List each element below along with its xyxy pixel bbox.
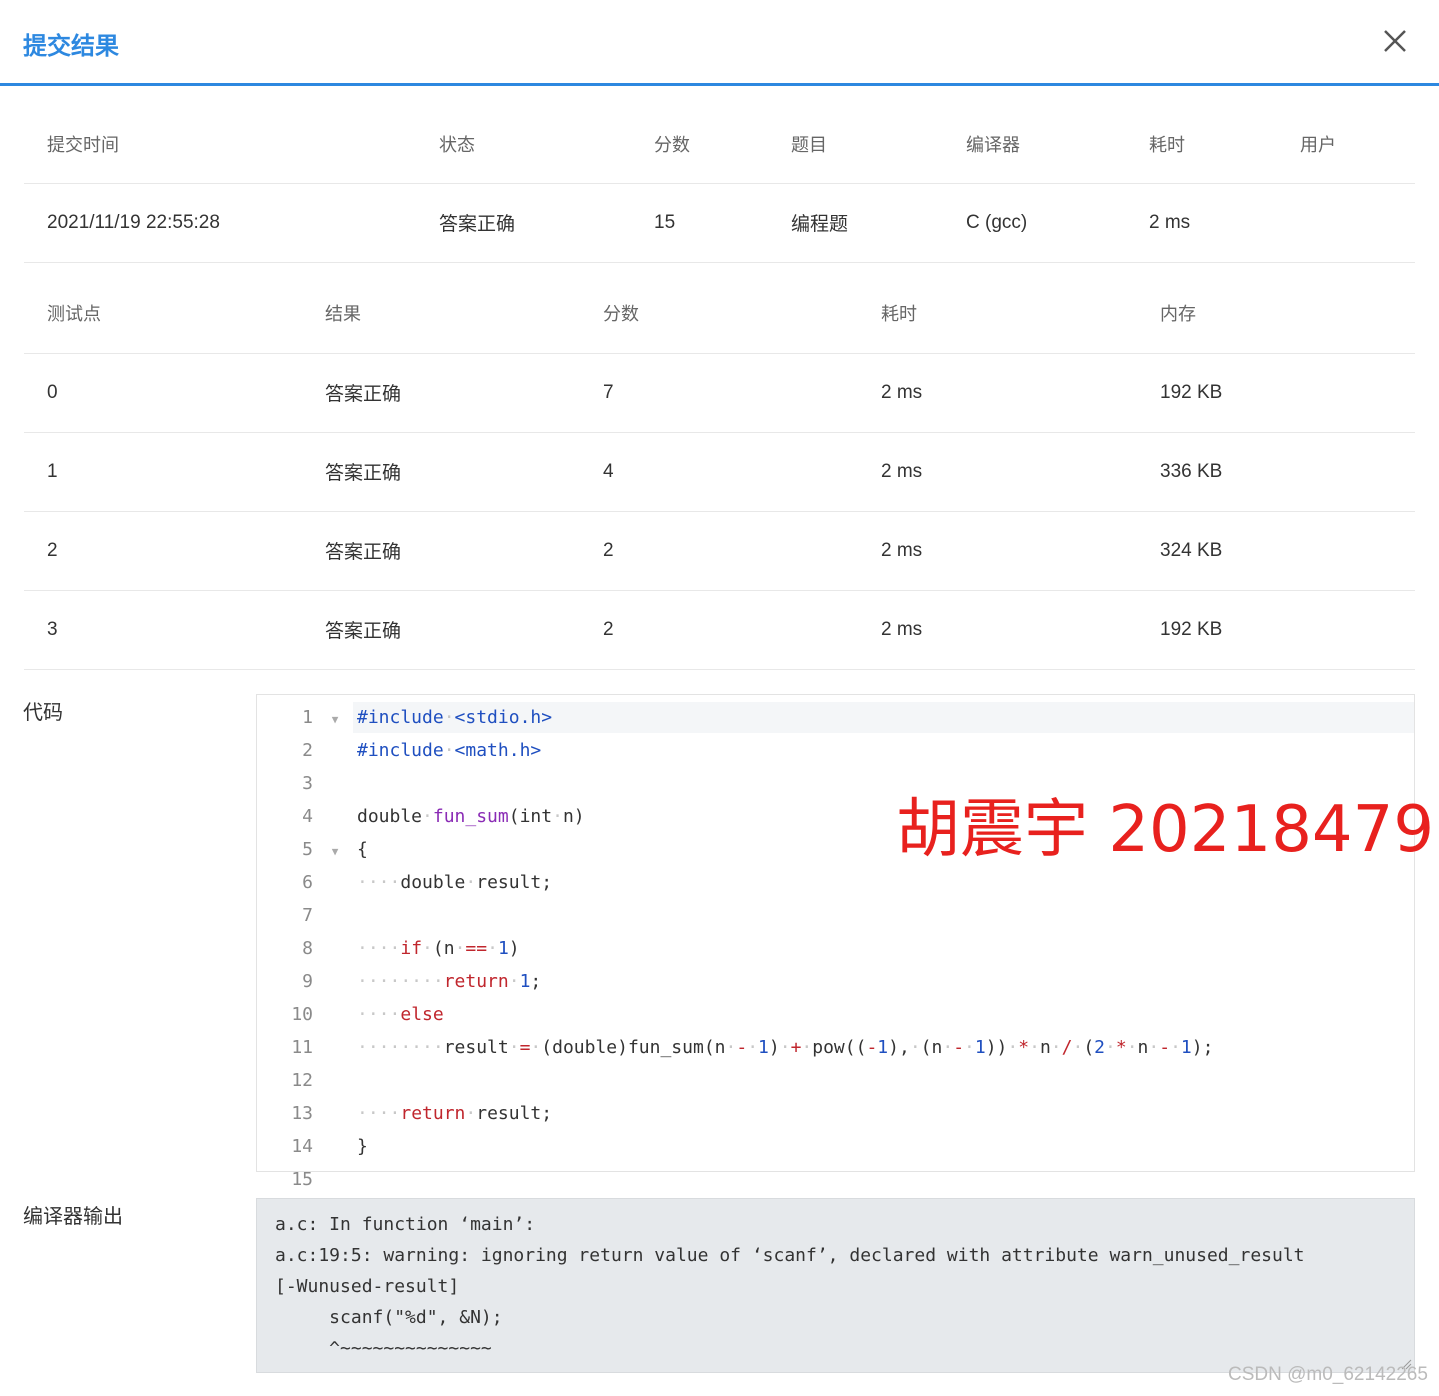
table-row: 0 答案正确 7 2 ms 192 KB [24, 353, 1415, 433]
dialog-header: 提交结果 [0, 0, 1439, 86]
case-id: 3 [24, 590, 302, 670]
case-time: 2 ms [858, 353, 1137, 433]
code-content[interactable]: 1 ▼ #include·<stdio.h> 2 #include·<math.h>… [257, 702, 1213, 1197]
table-header-row: 提交时间 状态 分数 题目 编译器 耗时 用户 [24, 105, 1415, 184]
table-row: 2021/11/19 22:55:28 答案正确 15 编程题 C (gcc) … [24, 183, 1415, 263]
header-status: 状态 [416, 105, 631, 184]
case-id: 0 [24, 353, 302, 433]
case-score: 2 [580, 511, 858, 591]
case-result: 答案正确 [302, 511, 580, 591]
header-time: 耗时 [1126, 105, 1277, 184]
status-badge: 答案正确 [416, 183, 631, 263]
case-score: 4 [580, 432, 858, 512]
table-row: 3 答案正确 2 2 ms 192 KB [24, 590, 1415, 670]
case-result: 答案正确 [302, 353, 580, 433]
case-memory: 192 KB [1137, 590, 1415, 670]
header-problem: 题目 [768, 105, 943, 184]
user [1277, 183, 1415, 263]
table-row: 1 答案正确 4 2 ms 336 KB [24, 432, 1415, 512]
close-icon[interactable] [1380, 26, 1410, 56]
case-id: 1 [24, 432, 302, 512]
case-score: 7 [580, 353, 858, 433]
case-id: 2 [24, 511, 302, 591]
header-result: 结果 [302, 274, 580, 354]
csdn-watermark: CSDN @m0_62142265 [1228, 1364, 1428, 1385]
header-compiler: 编译器 [943, 105, 1126, 184]
submission-summary-table: 提交时间 状态 分数 题目 编译器 耗时 用户 2021/11/19 22:55… [24, 105, 1415, 263]
header-memory: 内存 [1137, 274, 1415, 354]
compiler-output-box[interactable]: a.c: In function ‘main’: a.c:19:5: warni… [256, 1198, 1415, 1373]
problem: 编程题 [768, 183, 943, 263]
table-header-row: 测试点 结果 分数 耗时 内存 [24, 274, 1415, 354]
dialog-title: 提交结果 [23, 33, 119, 60]
submit-time: 2021/11/19 22:55:28 [24, 183, 416, 263]
code-label: 代码 [23, 702, 63, 724]
code-editor[interactable]: 1 ▼ #include·<stdio.h> 2 #include·<math.h>… [256, 694, 1415, 1190]
compiler: C (gcc) [943, 183, 1126, 263]
case-score: 2 [580, 590, 858, 670]
case-result: 答案正确 [302, 590, 580, 670]
header-time: 耗时 [858, 274, 1137, 354]
score: 15 [631, 183, 768, 263]
header-score: 分数 [580, 274, 858, 354]
header-score: 分数 [631, 105, 768, 184]
header-user: 用户 [1277, 105, 1415, 184]
compiler-output-text: a.c: In function ‘main’: a.c:19:5: warni… [275, 1214, 1305, 1359]
case-time: 2 ms [858, 432, 1137, 512]
elapsed-time: 2 ms [1126, 183, 1277, 263]
case-memory: 324 KB [1137, 511, 1415, 591]
case-time: 2 ms [858, 511, 1137, 591]
compiler-output-label: 编译器输出 [23, 1206, 123, 1228]
table-row: 2 答案正确 2 2 ms 324 KB [24, 511, 1415, 591]
case-result: 答案正确 [302, 432, 580, 512]
case-memory: 192 KB [1137, 353, 1415, 433]
case-time: 2 ms [858, 590, 1137, 670]
student-annotation: 胡震宇 20218479 [896, 793, 1435, 867]
case-memory: 336 KB [1137, 432, 1415, 512]
test-case-table: 测试点 结果 分数 耗时 内存 0 答案正确 7 2 ms 192 KB 1 答… [24, 274, 1415, 670]
header-submit-time: 提交时间 [24, 105, 416, 184]
header-test-case: 测试点 [24, 274, 302, 354]
